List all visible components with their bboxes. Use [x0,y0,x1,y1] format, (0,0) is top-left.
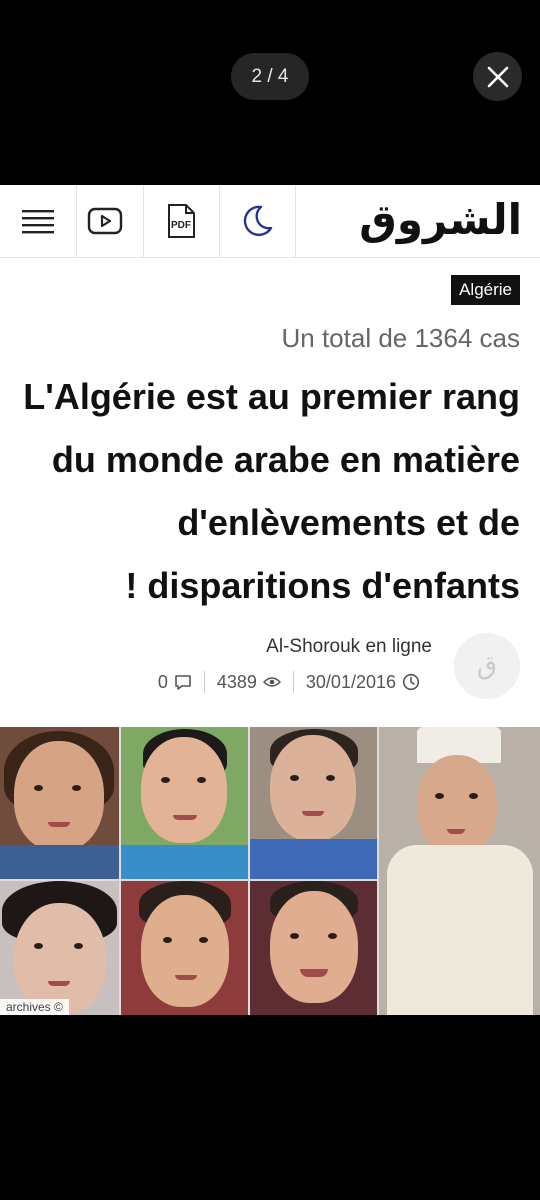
comment-icon [175,674,191,690]
headline-line: du monde arabe en matière [51,439,520,480]
menu-button[interactable] [0,185,77,257]
pdf-icon: PDF [168,204,195,238]
views-value: 4389 [216,671,257,692]
author-avatar[interactable]: ق [454,633,520,699]
date-value: 30/01/2016 [305,671,396,692]
comments-count[interactable]: 0 [146,672,204,693]
viewer-top-bar: 2 / 4 [0,0,540,185]
views-count: 4389 [205,672,293,693]
hamburger-menu-icon [22,210,54,234]
close-icon [487,66,508,87]
theme-toggle-button[interactable] [219,185,296,257]
photo-cell [0,881,119,1015]
publish-date: 30/01/2016 [294,672,432,693]
pdf-label: PDF [171,220,191,231]
site-toolbar: PDF الشروق [0,185,540,258]
play-video-icon [87,207,123,235]
comments-value: 0 [157,671,168,692]
photo-cell [121,881,248,1015]
logo-text: الشروق [359,194,523,244]
photo-cell [250,881,377,1015]
video-button[interactable] [67,185,144,257]
article-photo-collage[interactable]: archives © [0,727,540,1015]
viewer-bottom-bar [0,1015,540,1200]
headline-line: d'enlèvements et de [177,502,520,543]
photo-cell [250,727,377,879]
photo-credit: archives © [0,999,69,1015]
photo-cell [121,727,248,879]
photo-cell [0,727,119,879]
headline-line: ! disparitions d'enfants [125,565,520,606]
dark-mode-moon-icon [243,205,273,237]
category-badge[interactable]: Algérie [451,275,520,305]
site-logo[interactable]: الشروق [359,189,523,249]
pdf-button[interactable]: PDF [143,185,220,257]
author-name[interactable]: Al-Shorouk en ligne [266,636,432,658]
article-subtitle: Un total de 1364 cas [281,323,521,353]
clock-icon [402,673,420,691]
close-button[interactable] [473,52,522,101]
photo-cell [379,727,540,1015]
article-meta: 0 4389 30/01/2016 [146,671,432,693]
article-screenshot: PDF الشروق Algérie Un total de 1364 cas … [0,185,540,1015]
author-row: Al-Shorouk en ligne ق 0 4389 30/01/2016 [100,631,520,701]
image-counter: 2 / 4 [231,53,309,100]
headline-line: L'Algérie est au premier rang [23,376,520,417]
avatar-glyph: ق [476,651,498,681]
eye-icon [262,677,281,687]
article-headline: L'Algérie est au premier rang du monde a… [10,365,520,617]
